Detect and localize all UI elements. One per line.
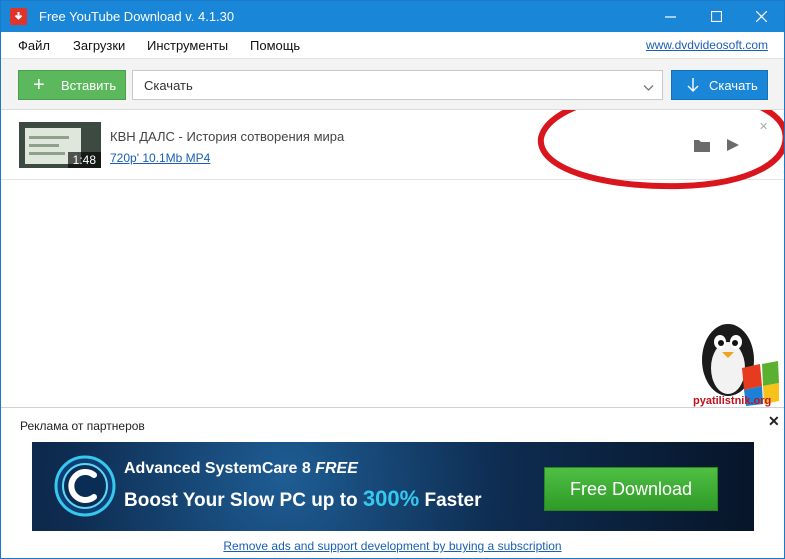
- download-list: 1:48 КВН ДАЛС - История сотворения мира …: [1, 110, 784, 407]
- play-icon[interactable]: [725, 137, 741, 153]
- banner-tagline: Boost Your Slow PC up to 300% Faster: [124, 486, 482, 512]
- paste-button-label: Вставить: [61, 78, 117, 93]
- app-logo-icon: [10, 8, 27, 25]
- url-combobox[interactable]: Скачать: [132, 70, 663, 100]
- banner-headline: Advanced SystemCare 8 FREE: [124, 460, 358, 478]
- ad-banner[interactable]: Advanced SystemCare 8 FREE Boost Your Sl…: [32, 442, 754, 531]
- svg-text:pyatilistnik.org: pyatilistnik.org: [693, 395, 771, 407]
- plus-icon: +: [33, 74, 45, 96]
- url-combobox-value: Скачать: [144, 78, 193, 93]
- menu-downloads[interactable]: Загрузки: [73, 38, 125, 53]
- thumbnail-line: [29, 136, 69, 139]
- maximize-button[interactable]: [693, 1, 739, 32]
- menu-bar: Файл Загрузки Инструменты Помощь www.dvd…: [1, 32, 784, 58]
- folder-icon[interactable]: [693, 137, 711, 153]
- thumbnail-line: [29, 144, 59, 147]
- banner-free-text: FREE: [315, 460, 358, 477]
- watermark-logo: pyatilistnik.org: [690, 316, 781, 408]
- banner-tagline-pre: Boost Your Slow PC up to: [124, 490, 358, 511]
- window-title: Free YouTube Download v. 4.1.30: [39, 9, 235, 24]
- banner-tagline-highlight: 300%: [362, 486, 420, 511]
- ad-header: Реклама от партнеров: [20, 419, 145, 433]
- toolbar: + Вставить Скачать Скачать: [1, 58, 784, 110]
- menu-file[interactable]: Файл: [18, 38, 50, 53]
- app-window: Free YouTube Download v. 4.1.30 Файл Заг…: [0, 0, 785, 559]
- systemcare-logo-icon: [54, 455, 116, 517]
- video-title: КВН ДАЛС - История сотворения мира: [110, 129, 345, 144]
- thumbnail-line: [29, 152, 65, 155]
- menu-help[interactable]: Помощь: [250, 38, 300, 53]
- chevron-down-icon[interactable]: [643, 80, 654, 95]
- paste-button[interactable]: + Вставить: [18, 70, 126, 100]
- website-link[interactable]: www.dvdvideosoft.com: [646, 38, 768, 52]
- menu-tools[interactable]: Инструменты: [147, 38, 228, 53]
- banner-product-name: Advanced SystemCare 8: [124, 460, 311, 477]
- video-duration: 1:48: [67, 152, 101, 168]
- download-item[interactable]: 1:48 КВН ДАЛС - История сотворения мира …: [1, 110, 784, 180]
- download-button[interactable]: Скачать: [671, 70, 768, 100]
- minimize-button[interactable]: [647, 1, 693, 32]
- remove-item-icon[interactable]: ✕: [759, 120, 768, 133]
- title-bar[interactable]: Free YouTube Download v. 4.1.30: [1, 1, 784, 32]
- video-format-link[interactable]: 720p' 10.1Mb MP4: [110, 151, 210, 165]
- video-thumbnail[interactable]: 1:48: [19, 122, 101, 168]
- close-button[interactable]: [738, 1, 784, 32]
- download-button-label: Скачать: [709, 78, 758, 93]
- remove-ads-link[interactable]: Remove ads and support development by bu…: [1, 539, 784, 553]
- ad-close-icon[interactable]: ✕: [768, 413, 780, 430]
- banner-tagline-post: Faster: [424, 490, 482, 511]
- download-arrow-icon: [686, 77, 700, 97]
- ad-panel: Реклама от партнеров ✕ Advanced SystemCa…: [1, 407, 784, 558]
- free-download-button[interactable]: Free Download: [544, 467, 718, 511]
